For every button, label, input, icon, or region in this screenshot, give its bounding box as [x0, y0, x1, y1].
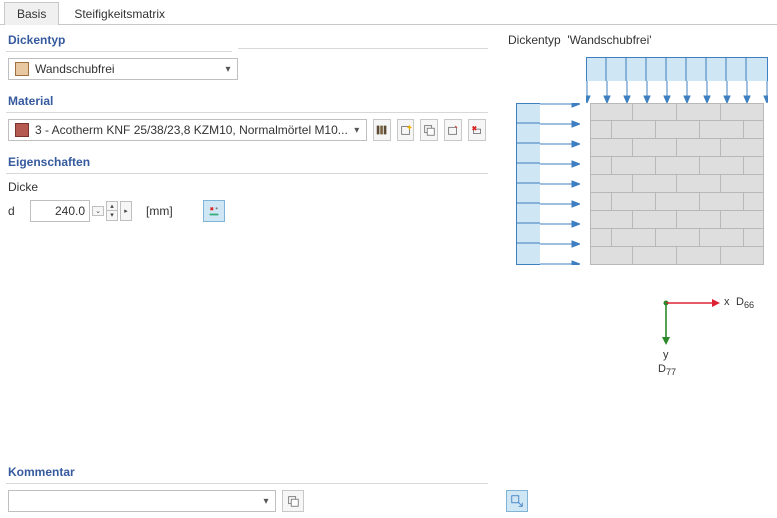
kommentar-dropdown[interactable]: ▾ — [8, 490, 276, 512]
material-duplicate-button[interactable] — [420, 119, 438, 141]
dickentyp-swatch-icon — [15, 62, 29, 76]
material-edit-button[interactable] — [444, 119, 462, 141]
dickentyp-selected-text: Wandschubfrei — [35, 62, 219, 76]
copy-icon — [286, 494, 300, 508]
library-icon — [375, 123, 389, 137]
arrow-down-icon — [586, 81, 768, 103]
preview-title: Dickentyp 'Wandschubfrei' — [508, 33, 767, 47]
panel-spacer — [238, 31, 488, 79]
eigenschaften-dicke-label: Dicke — [8, 180, 486, 194]
panel-eigenschaften: Eigenschaften Dicke d 240.0 ⌄ ▴ ▾ — [6, 153, 488, 463]
axis-D77: D77 — [658, 363, 676, 377]
new-sparkle-icon — [399, 123, 413, 137]
expand-diagram-icon — [510, 494, 524, 508]
preview-title-prefix: Dickentyp — [508, 33, 561, 47]
dickentyp-dropdown[interactable]: Wandschubfrei ▾ — [8, 58, 238, 80]
dicke-segment-edit-button[interactable] — [203, 200, 225, 222]
preview-side-load — [516, 103, 580, 265]
material-new-button[interactable] — [397, 119, 415, 141]
side-bar-dividers — [516, 103, 540, 265]
left-column: Dickentyp Wandschubfrei ▾ — [0, 25, 494, 518]
panel-kommentar: Kommentar ▾ — [6, 463, 488, 518]
dicke-step-down-button[interactable]: ▾ — [106, 211, 118, 221]
duplicate-icon — [422, 123, 436, 137]
preview-canvas: x D66 y D77 — [506, 53, 767, 512]
preview-brick-wall — [590, 103, 764, 265]
tab-basis[interactable]: Basis — [4, 2, 59, 25]
edit-icon — [446, 123, 460, 137]
chevron-down-icon: ▾ — [257, 496, 275, 507]
right-preview-panel: Dickentyp 'Wandschubfrei' — [502, 25, 777, 518]
chevron-down-icon: ▾ — [219, 64, 237, 75]
kommentar-copy-button[interactable] — [282, 490, 304, 512]
panel-material: Material 3 - Acotherm KNF 25/38/23,8 KZM… — [6, 92, 488, 147]
panel-spacer-body — [238, 49, 488, 79]
dicke-dropdown-button[interactable]: ⌄ — [92, 206, 104, 216]
panel-title-kommentar: Kommentar — [6, 463, 488, 484]
material-swatch-icon — [15, 123, 29, 137]
material-delete-button[interactable] — [468, 119, 486, 141]
material-dropdown[interactable]: 3 - Acotherm KNF 25/38/23,8 KZM10, Norma… — [8, 119, 367, 141]
preview-expand-button[interactable] — [506, 490, 528, 512]
panel-dickentyp: Dickentyp Wandschubfrei ▾ — [6, 31, 232, 86]
preview-title-name: 'Wandschubfrei' — [567, 33, 651, 47]
chevron-down-icon: ▾ — [348, 125, 366, 136]
axis-y-label: y — [663, 349, 669, 361]
dicke-unit: [mm] — [146, 204, 173, 218]
eigenschaften-dicke-symbol: d — [8, 204, 22, 218]
dicke-value-text: 240.0 — [30, 200, 90, 222]
segment-edit-icon — [207, 204, 221, 218]
preview-axis: x D66 y D77 — [646, 293, 766, 363]
panel-title-dickentyp: Dickentyp — [6, 31, 232, 52]
dicke-step-right-button[interactable]: ▸ — [120, 201, 132, 221]
panel-title-eigenschaften: Eigenschaften — [6, 153, 488, 174]
main-area: Dickentyp Wandschubfrei ▾ — [0, 24, 777, 518]
panel-spacer-title — [238, 31, 488, 49]
panel-title-material: Material — [6, 92, 488, 113]
arrow-right-icon — [540, 103, 580, 265]
material-library-button[interactable] — [373, 119, 391, 141]
dicke-value-input[interactable]: 240.0 ⌄ ▴ ▾ ▸ — [30, 200, 132, 222]
tabs-bar: Basis Steifigkeitsmatrix — [0, 0, 777, 24]
delete-link-icon — [470, 123, 484, 137]
material-selected-text: 3 - Acotherm KNF 25/38/23,8 KZM10, Norma… — [35, 123, 348, 137]
dicke-step-up-button[interactable]: ▴ — [106, 201, 118, 211]
top-bar-dividers — [586, 57, 768, 81]
axis-x-label: x — [724, 296, 730, 308]
tab-steifigkeitsmatrix[interactable]: Steifigkeitsmatrix — [61, 2, 178, 25]
axis-D66: D66 — [736, 296, 754, 310]
